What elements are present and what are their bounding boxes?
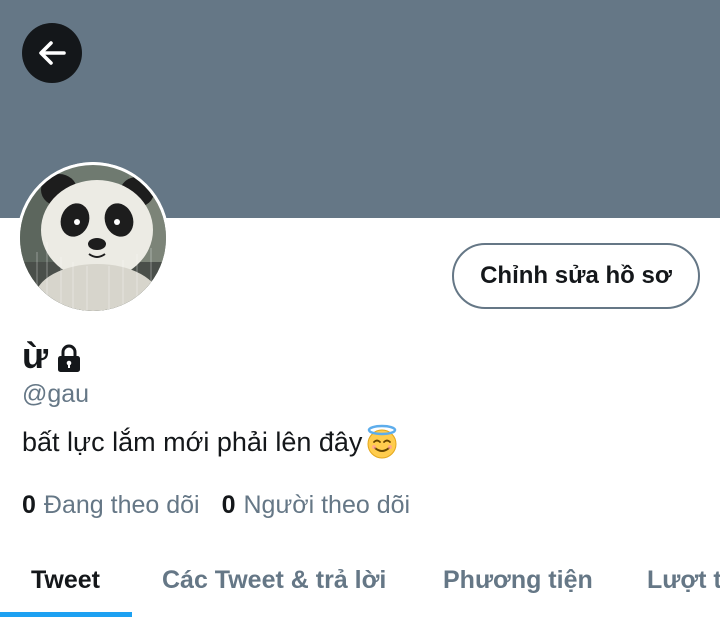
- arrow-left-icon: [39, 41, 66, 65]
- tab-tweets[interactable]: Tweet: [31, 545, 100, 615]
- panda-avatar-image: [17, 162, 169, 314]
- followers-stat[interactable]: 0 Người theo dõi: [222, 491, 410, 520]
- profile-page: Chỉnh sửa hồ sơ ừ @gau bất lực lắm mới p…: [0, 0, 720, 621]
- tab-tweets-and-replies[interactable]: Các Tweet & trả lời: [162, 545, 386, 615]
- lock-icon: [58, 344, 81, 372]
- following-label: Đang theo dõi: [43, 491, 200, 519]
- profile-tabs: Tweet Các Tweet & trả lời Phương tiện Lư…: [0, 545, 720, 621]
- profile-bio: bất lực lắm mới phải lên đây: [22, 424, 400, 460]
- back-button[interactable]: [22, 23, 82, 83]
- smiling-face-with-halo-emoji: [367, 424, 397, 459]
- user-handle: @gau: [22, 380, 90, 408]
- active-tab-indicator: [0, 612, 132, 617]
- edit-profile-button[interactable]: Chỉnh sửa hồ sơ: [452, 243, 700, 309]
- tab-likes[interactable]: Lượt thích: [647, 545, 720, 615]
- tab-media[interactable]: Phương tiện: [443, 545, 593, 615]
- following-stat[interactable]: 0 Đang theo dõi: [22, 491, 200, 520]
- bio-text: bất lực lắm mới phải lên đây: [22, 426, 363, 457]
- avatar[interactable]: [17, 162, 169, 314]
- profile-stats: 0 Đang theo dõi 0 Người theo dõi: [22, 491, 410, 520]
- followers-label: Người theo dõi: [243, 491, 411, 519]
- name-row: ừ: [22, 336, 84, 376]
- following-count: 0: [22, 491, 36, 519]
- display-name: ừ: [22, 335, 49, 376]
- followers-count: 0: [221, 491, 236, 519]
